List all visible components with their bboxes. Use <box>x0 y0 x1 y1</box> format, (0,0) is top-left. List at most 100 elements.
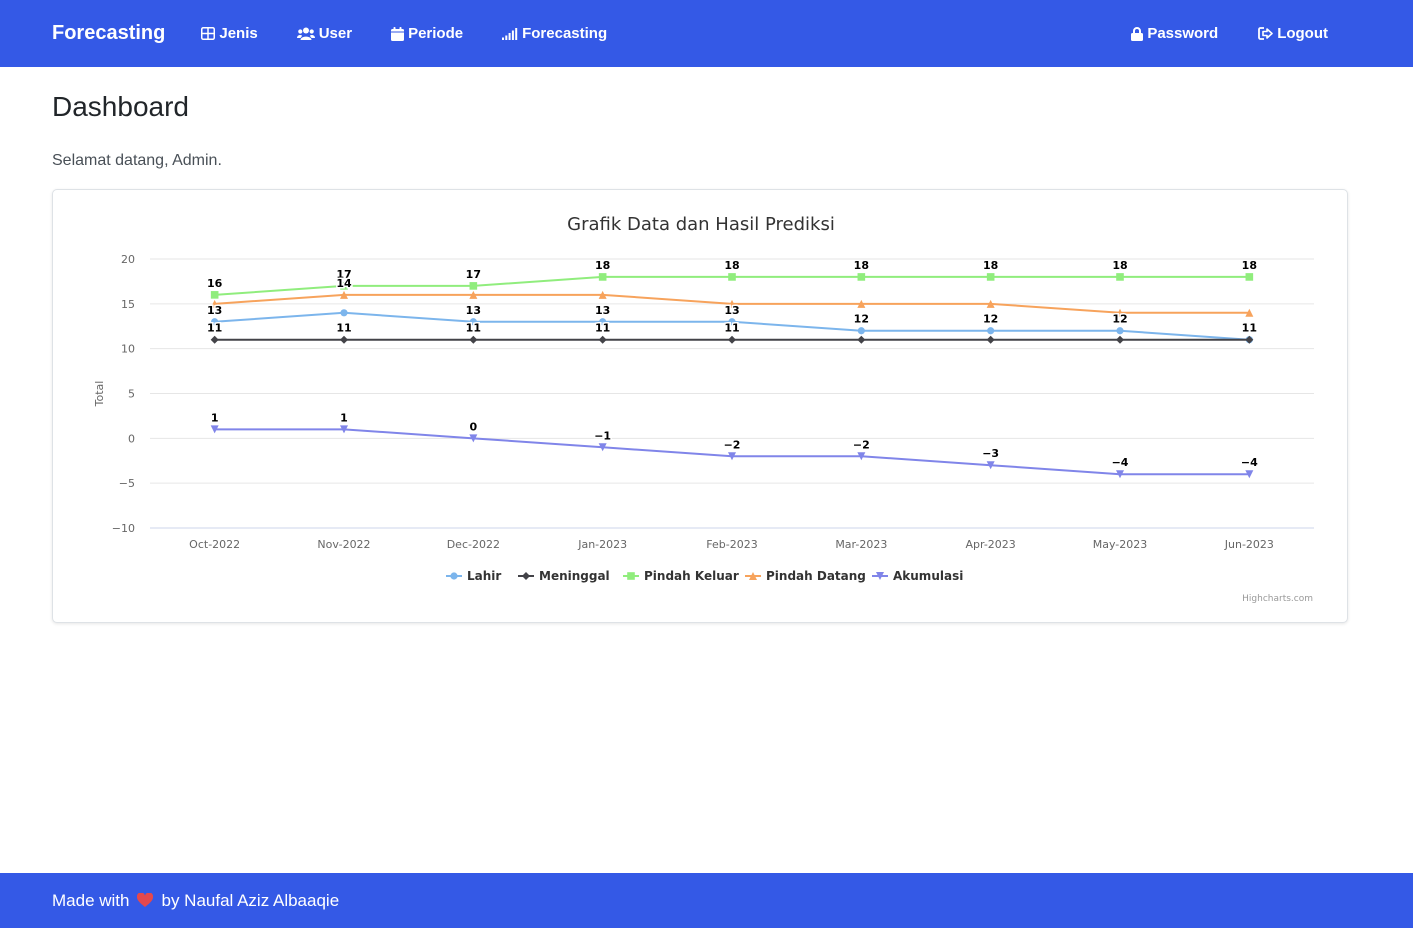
nav-item-password[interactable]: Password <box>1131 25 1218 42</box>
forecast-chart: Grafik Data dan Hasil Prediksi20151050−5… <box>93 214 1314 604</box>
data-label-pindah-keluar: 18 <box>595 259 610 272</box>
navbar-user-menu: Password Logout <box>1091 25 1328 42</box>
data-label-akumulasi: 1 <box>211 411 219 424</box>
data-label-akumulasi: −1 <box>594 429 611 442</box>
nav-item-jenis[interactable]: Jenis <box>201 25 258 42</box>
data-label-pindah-keluar: 18 <box>724 259 739 272</box>
y-tick-label: 20 <box>121 253 135 266</box>
y-axis-title: Total <box>93 381 106 408</box>
legend-marker-pindah-keluar <box>627 572 635 580</box>
data-point-lahir <box>857 327 865 335</box>
data-label-pindah-keluar: 18 <box>983 259 998 272</box>
nav-item-password-label: Password <box>1147 25 1219 42</box>
y-tick-label: 15 <box>121 298 135 311</box>
data-point-pindah-keluar <box>857 273 866 281</box>
heart-icon <box>137 891 154 913</box>
data-label-meninggal: 11 <box>595 322 610 335</box>
y-tick-label: 10 <box>121 343 135 356</box>
data-label-meninggal: 11 <box>336 322 351 335</box>
navbar-brand[interactable]: Forecasting <box>52 22 165 45</box>
data-point-pindah-keluar <box>469 282 478 290</box>
legend-item-pindah-datang[interactable]: Pindah Datang <box>766 569 866 583</box>
nav-item-logout[interactable]: Logout <box>1258 25 1328 42</box>
nav-item-forecasting[interactable]: Forecasting <box>502 25 607 42</box>
data-label-lahir: 13 <box>595 304 610 317</box>
data-point-meninggal <box>857 335 866 344</box>
nav-item-user-label: User <box>318 25 353 42</box>
users-icon <box>296 27 315 40</box>
data-label-pindah-keluar: 18 <box>1112 259 1127 272</box>
data-label-pindah-keluar: 18 <box>854 259 869 272</box>
legend-item-akumulasi[interactable]: Akumulasi <box>893 569 963 583</box>
data-point-meninggal <box>598 335 607 344</box>
data-label-akumulasi: −2 <box>853 438 870 451</box>
data-point-meninggal <box>1245 335 1254 344</box>
data-point-lahir <box>1116 327 1124 335</box>
data-label-akumulasi: −4 <box>1241 456 1258 469</box>
chart-credits: Highcharts.com <box>1242 594 1313 604</box>
data-label-pindah-keluar: 18 <box>1242 259 1257 272</box>
data-point-pindah-keluar <box>210 291 219 299</box>
data-label-lahir: 13 <box>724 304 739 317</box>
data-label-meninggal: 11 <box>466 322 481 335</box>
legend-marker-meninggal <box>522 572 530 580</box>
data-label-lahir: 12 <box>854 313 869 326</box>
data-point-meninggal <box>986 335 995 344</box>
data-label-akumulasi: −2 <box>724 438 741 451</box>
data-label-lahir: 13 <box>207 304 222 317</box>
data-point-pindah-keluar <box>1116 273 1124 281</box>
navbar: Forecasting Jenis User Periode Forecasti… <box>0 0 1413 67</box>
data-point-meninggal <box>210 335 219 344</box>
data-label-akumulasi: −4 <box>1112 456 1129 469</box>
data-point-lahir <box>987 327 995 335</box>
x-tick-label: Jun-2023 <box>1224 538 1274 551</box>
x-tick-label: Feb-2023 <box>706 538 757 551</box>
data-point-pindah-keluar <box>1245 273 1254 281</box>
legend-item-meninggal[interactable]: Meninggal <box>539 569 610 583</box>
data-label-pindah-datang: 14 <box>336 277 352 290</box>
data-label-meninggal: 11 <box>724 322 739 335</box>
x-tick-label: Oct-2022 <box>189 538 240 551</box>
footer-made-with: Made with <box>52 890 130 910</box>
x-tick-label: Dec-2022 <box>447 538 500 551</box>
data-label-lahir: 12 <box>983 313 998 326</box>
welcome-message: Selamat datang, Admin. <box>52 152 222 169</box>
logout-icon <box>1258 27 1273 40</box>
y-tick-label: −5 <box>119 477 135 490</box>
footer: Made with by Naufal Aziz Albaaqie <box>0 873 1413 928</box>
data-point-lahir <box>340 309 348 317</box>
data-label-pindah-keluar: 16 <box>207 277 223 290</box>
navbar-menu: Jenis User Periode Forecasting <box>201 25 646 42</box>
data-point-meninggal <box>340 335 348 344</box>
x-tick-label: Nov-2022 <box>317 538 370 551</box>
legend-item-pindah-keluar[interactable]: Pindah Keluar <box>644 569 739 583</box>
data-label-akumulasi: −3 <box>982 447 999 460</box>
data-label-pindah-keluar: 17 <box>466 268 481 281</box>
x-tick-label: Jan-2023 <box>577 538 627 551</box>
nav-item-forecasting-label: Forecasting <box>522 25 608 42</box>
data-point-pindah-keluar <box>986 273 995 281</box>
page-title: Dashboard <box>52 91 189 122</box>
data-label-akumulasi: 0 <box>470 420 478 433</box>
data-label-meninggal: 11 <box>1242 322 1257 335</box>
data-point-pindah-keluar <box>598 273 607 281</box>
data-point-meninggal <box>469 335 478 344</box>
y-tick-label: −10 <box>112 522 135 535</box>
footer-author: by Naufal Aziz Albaaqie <box>161 890 340 910</box>
data-label-lahir: 13 <box>466 304 481 317</box>
data-point-pindah-keluar <box>728 273 736 281</box>
y-tick-label: 0 <box>128 432 135 445</box>
x-tick-label: Apr-2023 <box>966 538 1016 551</box>
x-tick-label: Mar-2023 <box>835 538 887 551</box>
series-line-akumulasi <box>214 428 1250 476</box>
data-label-akumulasi: 1 <box>340 411 348 424</box>
table-icon <box>201 27 216 40</box>
data-label-lahir: 12 <box>1112 313 1127 326</box>
nav-item-jenis-label: Jenis <box>219 25 258 42</box>
legend-item-lahir[interactable]: Lahir <box>467 569 501 583</box>
nav-item-periode[interactable]: Periode <box>391 25 463 42</box>
y-tick-label: 5 <box>128 388 135 401</box>
nav-item-logout-label: Logout <box>1277 25 1328 42</box>
nav-item-user[interactable]: User <box>296 25 353 42</box>
chart-card: Grafik Data dan Hasil Prediksi 20 15 10 5 0 −5… <box>52 189 1348 623</box>
